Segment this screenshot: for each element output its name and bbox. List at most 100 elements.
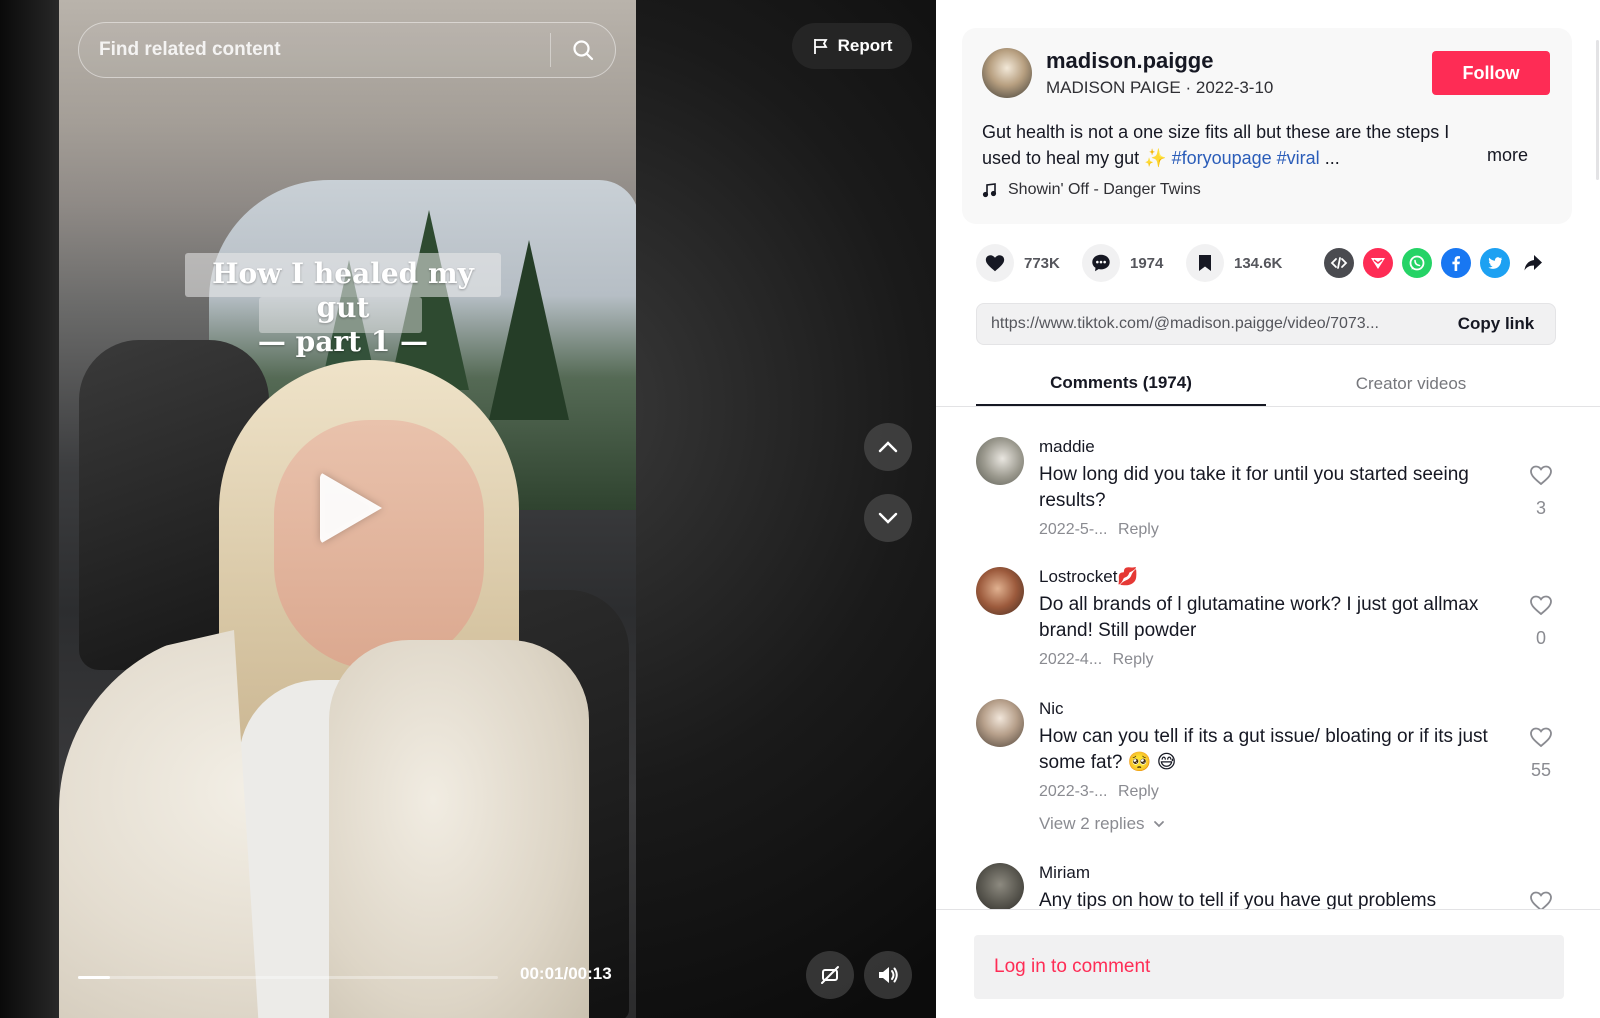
heart-outline-icon <box>1530 727 1552 748</box>
comment-meta: 2022-4... Reply <box>1039 651 1154 669</box>
embed-button[interactable] <box>1324 248 1354 278</box>
commenter-name[interactable]: Nic <box>1039 699 1064 719</box>
video-caption: How I healed my gut — part 1 — <box>185 257 501 359</box>
comment-text: Do all brands of l glutamatine work? I j… <box>1039 594 1479 641</box>
music-note-icon <box>982 183 997 198</box>
scrollbar[interactable] <box>1596 40 1599 180</box>
search-input[interactable] <box>79 39 550 61</box>
reply-button[interactable]: Reply <box>1118 521 1159 538</box>
like-count: 773K <box>1024 254 1060 272</box>
twitter-share-button[interactable] <box>1480 248 1510 278</box>
hashtag-viral[interactable]: #viral <box>1277 148 1320 168</box>
share-arrow-icon <box>1524 255 1542 271</box>
comment-circle <box>1082 244 1120 282</box>
follow-button[interactable]: Follow <box>1432 51 1550 95</box>
video-caption-line1: How I healed my gut <box>212 257 474 324</box>
next-video-button[interactable] <box>864 494 912 542</box>
heart-outline-icon <box>1530 465 1552 486</box>
comment-meta: 2022-5-... Reply <box>1039 521 1159 539</box>
send-icon <box>1371 258 1385 269</box>
tab-creator-videos[interactable]: Creator videos <box>1266 362 1556 406</box>
twitter-icon <box>1488 257 1502 269</box>
commenter-avatar[interactable] <box>976 437 1024 485</box>
comment-item: Nic How can you tell if its a gut issue/… <box>976 699 1556 839</box>
comment-item: Miriam Any tips on how to tell if you ha… <box>976 863 1556 909</box>
description-ellipsis: ... <box>1324 148 1340 168</box>
facebook-share-button[interactable] <box>1441 248 1471 278</box>
save-button[interactable]: 134.6K <box>1186 244 1282 282</box>
share-link-bar: https://www.tiktok.com/@madison.paigge/v… <box>976 303 1556 345</box>
like-button[interactable]: 773K <box>976 244 1060 282</box>
comment-text: How long did you take it for until you s… <box>1039 464 1469 511</box>
comment-tabs: Comments (1974) Creator videos <box>976 362 1556 406</box>
hashtag-foryoupage[interactable]: #foryoupage <box>1172 148 1272 168</box>
facebook-icon <box>1452 256 1460 271</box>
volume-button[interactable] <box>864 951 912 999</box>
chevron-down-icon <box>1153 821 1164 828</box>
music-link[interactable]: Showin' Off - Danger Twins <box>982 181 1201 199</box>
comment-like-button[interactable] <box>1526 889 1556 909</box>
reply-button[interactable]: Reply <box>1113 651 1154 668</box>
comment-date: 2022-3-... <box>1039 783 1108 800</box>
chevron-up-icon <box>878 441 898 453</box>
chevron-down-icon <box>878 512 898 524</box>
volume-icon <box>879 967 898 983</box>
report-button[interactable]: Report <box>792 23 912 69</box>
comment-date: 2022-4... <box>1039 651 1103 668</box>
search-button[interactable] <box>551 23 615 77</box>
comment-date: 2022-5-... <box>1039 521 1108 538</box>
previous-video-button[interactable] <box>864 423 912 471</box>
video-description: Gut health is not a one size fits all bu… <box>982 119 1522 171</box>
commenter-avatar[interactable] <box>976 699 1024 747</box>
commenter-name[interactable]: Miriam <box>1039 863 1090 883</box>
progress-bar[interactable] <box>78 976 498 979</box>
video-player[interactable]: How I healed my gut — part 1 — Report 00… <box>0 0 936 1018</box>
search-bar[interactable] <box>78 22 616 78</box>
comment-item: Lostrocket💋 Do all brands of l glutamati… <box>976 567 1556 677</box>
music-title: Showin' Off - Danger Twins <box>1008 181 1201 198</box>
comment-list[interactable]: maddie How long did you take it for unti… <box>936 407 1596 909</box>
description-line1: Gut health is not a one size fits all bu… <box>982 122 1450 142</box>
time-label: 00:01/00:13 <box>520 964 612 983</box>
heart-outline-icon <box>1530 891 1552 909</box>
floating-player-button[interactable] <box>806 951 854 999</box>
view-replies-button[interactable]: View 2 replies <box>1039 814 1165 834</box>
comment-like-button[interactable]: 55 <box>1526 725 1556 781</box>
comment-like-count: 55 <box>1530 760 1552 780</box>
like-circle <box>976 244 1014 282</box>
commenter-name[interactable]: Lostrocket💋 <box>1039 567 1139 587</box>
author-card: madison.paigge MADISON PAIGE · 2022-3-10… <box>962 28 1572 224</box>
comment-icon <box>1092 254 1110 272</box>
author-username[interactable]: madison.paigge <box>1046 48 1213 74</box>
comment-like-button[interactable]: 0 <box>1526 593 1556 649</box>
play-icon[interactable] <box>320 472 382 544</box>
view-replies-label: View 2 replies <box>1039 814 1145 833</box>
comment-button[interactable]: 1974 <box>1082 244 1163 282</box>
bookmark-icon <box>1199 255 1211 271</box>
comment-like-count: 0 <box>1535 628 1546 648</box>
comment-like-button[interactable]: 3 <box>1526 463 1556 519</box>
video-details-panel: madison.paigge MADISON PAIGE · 2022-3-10… <box>936 0 1600 1018</box>
sparkles-emoji: ✨ <box>1144 148 1167 168</box>
commenter-avatar[interactable] <box>976 567 1024 615</box>
send-to-friends-button[interactable] <box>1363 248 1393 278</box>
search-icon <box>573 40 594 61</box>
comment-text: How can you tell if its a gut issue/ blo… <box>1039 726 1488 773</box>
commenter-avatar[interactable] <box>976 863 1024 909</box>
video-left-edge <box>0 0 60 1018</box>
action-bar: 773K 1974 134.6K <box>976 244 1566 284</box>
more-button[interactable]: more <box>1487 145 1528 166</box>
heart-icon <box>985 255 1005 272</box>
tab-comments[interactable]: Comments (1974) <box>976 362 1266 406</box>
copy-link-button[interactable]: Copy link <box>1437 314 1555 334</box>
embed-code-icon <box>1330 257 1348 269</box>
more-share-button[interactable] <box>1518 248 1548 278</box>
commenter-name[interactable]: maddie <box>1039 437 1095 457</box>
reply-button[interactable]: Reply <box>1118 783 1159 800</box>
comment-text: Any tips on how to tell if you have gut … <box>1039 890 1437 909</box>
login-to-comment-button[interactable]: Log in to comment <box>974 935 1564 999</box>
author-avatar[interactable] <box>982 48 1032 98</box>
heart-outline-icon <box>1530 595 1552 616</box>
share-link-text[interactable]: https://www.tiktok.com/@madison.paigge/v… <box>977 315 1437 333</box>
whatsapp-share-button[interactable] <box>1402 248 1432 278</box>
